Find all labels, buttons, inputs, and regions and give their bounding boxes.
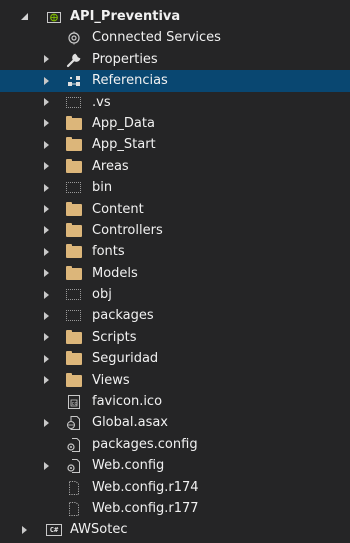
folder-icon (66, 244, 82, 260)
collapsed-arrow-icon[interactable] (40, 49, 52, 70)
references-icon (66, 73, 82, 89)
folder-icon (66, 115, 82, 132)
config-file-icon (66, 458, 82, 474)
folder-icon (66, 222, 82, 239)
node-label: Areas (92, 158, 129, 174)
node-label: packages.config (92, 436, 198, 452)
node-label: favicon.ico (92, 394, 163, 410)
tree-node-awsotec[interactable]: C# AWSotec (0, 519, 350, 540)
hidden-folder-icon (66, 180, 82, 196)
node-label: Seguridad (92, 351, 159, 367)
connected-services-icon (66, 30, 82, 46)
tree-node-models[interactable]: Models (0, 263, 350, 284)
node-label: App_Data (92, 115, 155, 131)
tree-node-packages[interactable]: packages (0, 305, 350, 326)
node-label: fonts (92, 244, 125, 260)
collapsed-arrow-icon[interactable] (40, 305, 52, 326)
csharp-project-icon: C# (46, 522, 62, 538)
expanded-arrow-icon[interactable] (18, 6, 30, 27)
collapsed-arrow-icon[interactable] (40, 284, 52, 305)
node-label: bin (92, 180, 113, 196)
tree-node-content[interactable]: Content (0, 199, 350, 220)
tree-node-properties[interactable]: Properties (0, 49, 350, 70)
tree-node-seguridad[interactable]: Seguridad (0, 348, 350, 369)
tree-node-fonts[interactable]: fonts (0, 241, 350, 262)
tree-node-web-config-r174[interactable]: Web.config.r174 (0, 477, 350, 498)
folder-icon (66, 351, 82, 367)
project-name-label: API_Preventiva (70, 9, 181, 24)
folder-icon (66, 372, 82, 389)
tree-node-vs[interactable]: .vs (0, 92, 350, 113)
image-file-icon: ico (66, 394, 82, 410)
tree-node-referencias[interactable]: Referencias (0, 70, 350, 92)
tree-node-controllers[interactable]: Controllers (0, 220, 350, 241)
web-project-icon (46, 9, 62, 25)
node-label: packages (92, 308, 154, 324)
file-icon (66, 480, 82, 496)
folder-icon (66, 137, 82, 153)
tree-node-web-config[interactable]: Web.config (0, 455, 350, 476)
folder-icon (66, 158, 82, 175)
node-label: Connected Services (92, 30, 221, 46)
hidden-folder-icon (66, 308, 82, 324)
tree-node-global-asax[interactable]: Global.asax (0, 412, 350, 433)
node-label: Web.config (92, 458, 165, 474)
collapsed-arrow-icon[interactable] (40, 70, 52, 91)
config-file-icon (66, 437, 82, 453)
node-label: Web.config.r177 (92, 500, 199, 516)
collapsed-arrow-icon[interactable] (40, 348, 52, 369)
tree-node-connected-services[interactable]: Connected Services (0, 27, 350, 48)
tree-node-scripts[interactable]: Scripts (0, 327, 350, 348)
node-label: obj (92, 287, 112, 303)
collapsed-arrow-icon[interactable] (40, 177, 52, 198)
tree-node-app-start[interactable]: App_Start (0, 134, 350, 155)
collapsed-arrow-icon[interactable] (40, 412, 52, 433)
node-label: App_Start (92, 137, 156, 153)
folder-icon (66, 201, 82, 218)
collapsed-arrow-icon[interactable] (40, 134, 52, 155)
project-name-label: AWSotec (70, 522, 128, 538)
node-label: Views (92, 372, 130, 388)
tree-node-obj[interactable]: obj (0, 284, 350, 305)
folder-icon (66, 329, 82, 346)
collapsed-arrow-icon[interactable] (40, 241, 52, 262)
tree-node-areas[interactable]: Areas (0, 156, 350, 177)
collapsed-arrow-icon[interactable] (40, 92, 52, 113)
collapsed-arrow-icon[interactable] (40, 220, 52, 241)
collapsed-arrow-icon[interactable] (40, 199, 52, 220)
node-label: Content (92, 201, 144, 217)
collapsed-arrow-icon[interactable] (40, 263, 52, 284)
svg-text:ico: ico (70, 401, 77, 407)
node-label: Controllers (92, 222, 163, 238)
node-label: Web.config.r174 (92, 479, 199, 495)
collapsed-arrow-icon[interactable] (40, 455, 52, 476)
wrench-icon (66, 52, 82, 68)
collapsed-arrow-icon[interactable] (40, 156, 52, 177)
tree-node-api-preventiva[interactable]: API_Preventiva (0, 6, 350, 27)
tree-node-bin[interactable]: bin (0, 177, 350, 198)
tree-node-favicon[interactable]: ico favicon.ico (0, 391, 350, 412)
csharp-badge: C# (46, 524, 62, 537)
node-label: Referencias (92, 73, 168, 89)
node-label: .vs (92, 94, 111, 110)
hidden-folder-icon (66, 95, 82, 111)
node-label: Scripts (92, 329, 137, 345)
tree-node-app-data[interactable]: App_Data (0, 113, 350, 134)
tree-node-web-config-r177[interactable]: Web.config.r177 (0, 498, 350, 519)
node-label: Models (92, 265, 138, 281)
global-asax-icon (66, 415, 82, 431)
collapsed-arrow-icon[interactable] (40, 327, 52, 348)
hidden-folder-icon (66, 287, 82, 303)
node-label: Properties (92, 51, 158, 67)
solution-explorer-tree: API_Preventiva Connected Services Proper… (0, 0, 350, 543)
node-label: Global.asax (92, 415, 169, 431)
collapsed-arrow-icon[interactable] (18, 519, 30, 540)
tree-node-packages-config[interactable]: packages.config (0, 434, 350, 455)
collapsed-arrow-icon[interactable] (40, 113, 52, 134)
folder-icon (66, 265, 82, 282)
file-icon (66, 501, 82, 517)
collapsed-arrow-icon[interactable] (40, 370, 52, 391)
tree-node-views[interactable]: Views (0, 370, 350, 391)
